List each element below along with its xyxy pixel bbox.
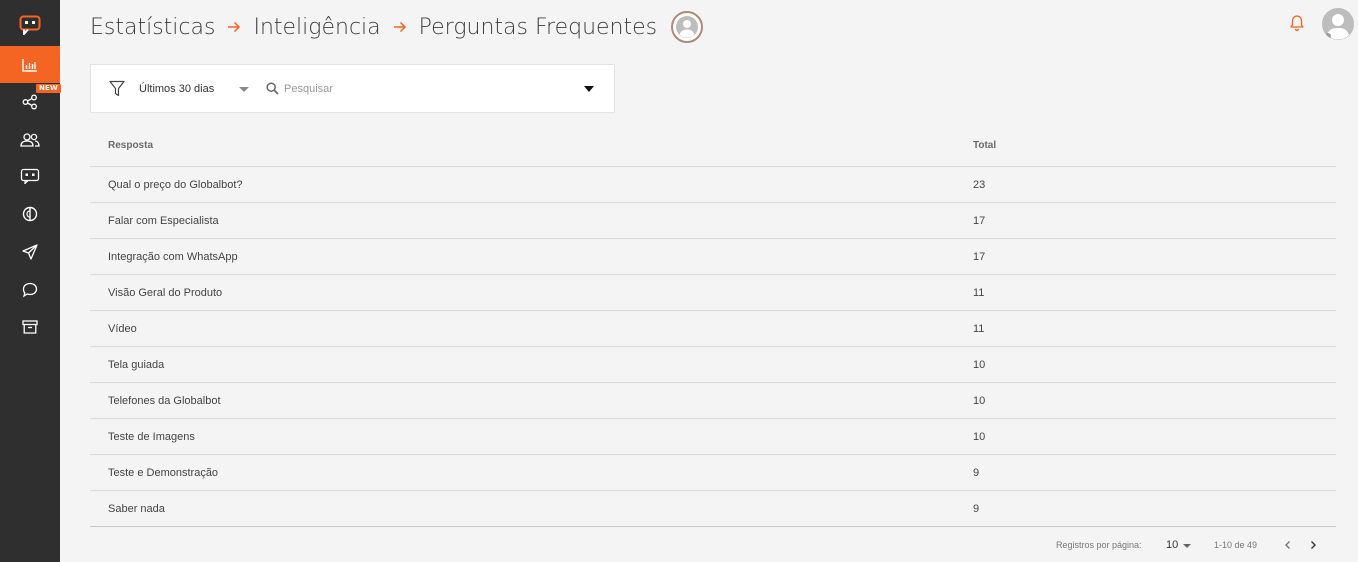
page-title: Perguntas Frequentes	[418, 14, 658, 40]
breadcrumb-intelligence[interactable]: Inteligência	[253, 15, 380, 40]
sidebar-item-statistics[interactable]	[0, 46, 60, 83]
cell-total: 10	[973, 359, 986, 371]
breadcrumb-statistics[interactable]: Estatísticas	[90, 15, 215, 40]
bot-avatar	[671, 11, 704, 43]
search-input[interactable]	[284, 78, 564, 100]
cell-total: 23	[973, 179, 986, 191]
filter-bar: Últimos 30 dias	[90, 64, 615, 113]
table-header: Resposta Total	[90, 127, 1336, 167]
column-header-total[interactable]: Total	[973, 140, 996, 151]
table-row[interactable]: Vídeo 11	[90, 311, 1336, 347]
sidebar-item-users[interactable]	[0, 121, 60, 158]
table-row[interactable]: Teste e Demonstração 9	[90, 455, 1336, 491]
faq-table: Resposta Total Qual o preço do Globalbot…	[90, 127, 1336, 527]
table-row[interactable]: Visão Geral do Produto 11	[90, 275, 1336, 311]
table-row[interactable]: Integração com WhatsApp 17	[90, 239, 1336, 275]
cell-answer: Qual o preço do Globalbot?	[108, 179, 243, 191]
chevron-right-icon[interactable]	[1307, 539, 1319, 551]
cell-answer: Teste e Demonstração	[108, 467, 219, 479]
filter-expand-caret-icon[interactable]	[584, 86, 594, 92]
filter-icon[interactable]	[109, 80, 125, 97]
cell-answer: Telefones da Globalbot	[108, 395, 221, 407]
arrow-right-icon	[227, 21, 241, 33]
page-range: 1-10 de 49	[1214, 540, 1258, 550]
users-icon	[20, 132, 40, 147]
cell-total: 17	[973, 215, 986, 227]
cell-total: 10	[973, 431, 986, 443]
arrow-right-icon	[393, 21, 407, 33]
cell-answer: Falar com Especialista	[108, 215, 219, 227]
notification-bell-icon[interactable]	[1288, 14, 1306, 32]
bot-logo-icon	[19, 15, 41, 35]
sidebar-item-campaigns[interactable]	[0, 233, 60, 270]
period-select[interactable]: Últimos 30 dias	[139, 79, 251, 99]
table-row[interactable]: Falar com Especialista 17	[90, 203, 1336, 239]
sidebar-item-conversations[interactable]	[0, 271, 60, 308]
cell-answer: Tela guiada	[108, 359, 165, 371]
breadcrumb: Estatísticas Inteligência Perguntas Freq…	[90, 10, 704, 44]
cell-total: 17	[973, 251, 986, 263]
cell-answer: Integração com WhatsApp	[108, 251, 238, 263]
cell-total: 9	[973, 503, 980, 515]
sidebar: NEW	[0, 0, 61, 562]
user-avatar[interactable]	[1322, 8, 1354, 40]
period-dropdown-caret-icon[interactable]	[239, 87, 249, 92]
search-icon	[266, 82, 279, 95]
bar-chart-icon	[22, 58, 37, 72]
cell-answer: Visão Geral do Produto	[108, 287, 223, 299]
cell-total: 9	[973, 467, 980, 479]
cell-answer: Saber nada	[108, 503, 165, 515]
table-row[interactable]: Teste de Imagens 10	[90, 419, 1336, 455]
table-row[interactable]: Telefones da Globalbot 10	[90, 383, 1336, 419]
user-silhouette-icon	[676, 16, 699, 38]
sidebar-item-bots[interactable]	[0, 157, 60, 194]
rows-per-page-caret-icon[interactable]	[1183, 544, 1191, 548]
column-header-answer[interactable]: Resposta	[108, 140, 153, 151]
table-row[interactable]: Qual o preço do Globalbot? 23	[90, 167, 1336, 203]
bot-icon	[20, 168, 40, 184]
sidebar-item-archive[interactable]	[0, 308, 60, 345]
pagination: Registros por página: 10 1-10 de 49	[1050, 536, 1340, 554]
chevron-left-icon[interactable]	[1282, 539, 1294, 551]
new-badge: NEW	[36, 84, 61, 93]
table-row[interactable]: Tela guiada 10	[90, 347, 1336, 383]
cell-answer: Teste de Imagens	[108, 431, 195, 443]
cell-answer: Vídeo	[108, 323, 137, 335]
app-logo[interactable]	[0, 8, 60, 42]
rows-per-page-select[interactable]: 10	[1166, 539, 1178, 551]
sidebar-item-intelligence[interactable]	[0, 195, 60, 232]
user-silhouette-icon	[1322, 8, 1354, 40]
cell-total: 10	[973, 395, 986, 407]
chat-icon	[22, 282, 38, 297]
share-icon	[22, 94, 37, 109]
archive-icon	[22, 319, 38, 334]
rows-per-page-label: Registros por página:	[1056, 540, 1142, 550]
table-row[interactable]: Saber nada 9	[90, 491, 1336, 527]
brain-icon	[22, 206, 38, 221]
cell-total: 11	[973, 287, 985, 299]
cell-total: 11	[973, 323, 985, 335]
send-icon	[22, 243, 38, 260]
